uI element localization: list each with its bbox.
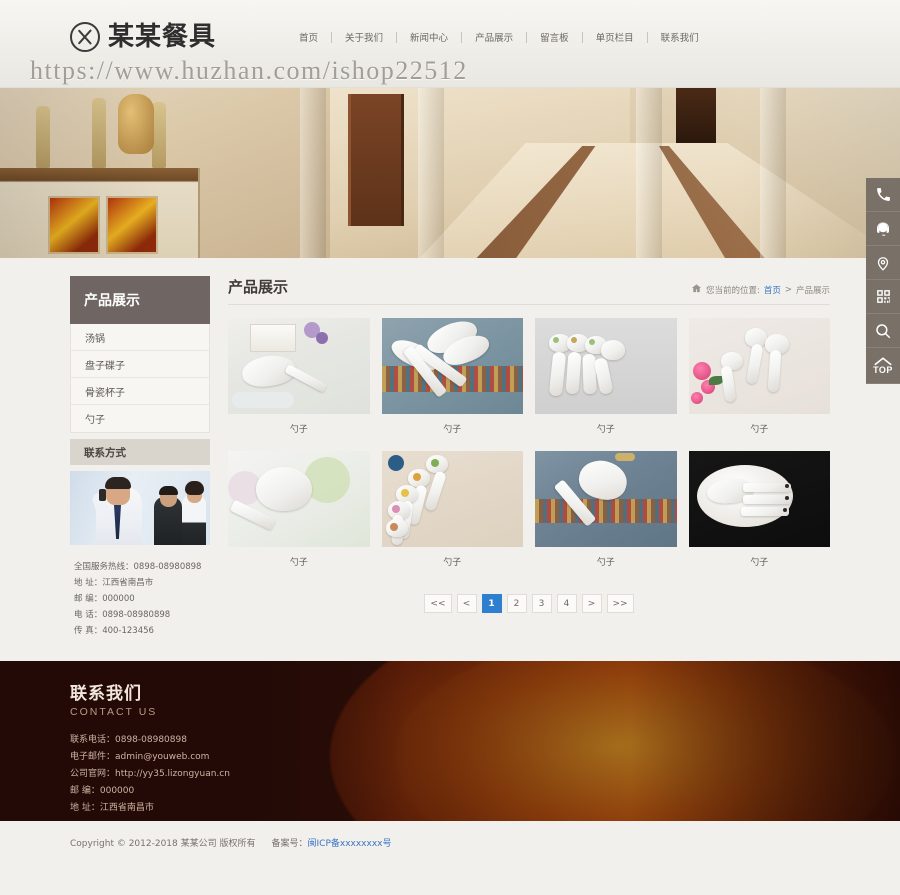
main-section: 产品展示 汤锅 盘子碟子 骨瓷杯子 勺子 联系方式 全国服务热线：0898-08… xyxy=(0,258,900,661)
product-card: 勺子 xyxy=(535,318,677,435)
site-logo[interactable]: 某某餐具 xyxy=(70,22,216,52)
pagination-page-2[interactable]: 2 xyxy=(506,594,527,613)
pagination-page-1[interactable]: 1 xyxy=(481,594,502,613)
site-footer: 联系我们 CONTACT US 联系电话：0898-08980898 电子邮件：… xyxy=(0,661,900,821)
product-grid: 勺子 勺子 勺子 勺子 勺子 勺子 勺子 勺子 xyxy=(228,318,830,568)
sidebar: 产品展示 汤锅 盘子碟子 骨瓷杯子 勺子 联系方式 全国服务热线：0898-08… xyxy=(70,276,210,639)
product-caption: 勺子 xyxy=(289,425,308,435)
footer-phone: 联系电话：0898-08980898 xyxy=(70,735,187,745)
sidebar-zipcode: 邮 编：000000 xyxy=(74,594,135,604)
footer-subtitle: CONTACT US xyxy=(70,706,158,718)
back-to-top-label: TOP xyxy=(873,364,893,375)
pagination-first[interactable]: << xyxy=(424,594,452,613)
product-thumbnail xyxy=(228,451,370,547)
search-icon[interactable] xyxy=(866,314,900,348)
banner-artwork xyxy=(0,88,900,258)
nav-item-home[interactable]: 首页 xyxy=(286,30,331,44)
product-thumbnail xyxy=(381,451,523,547)
footer-website: 公司官网：http://yy35.lizongyuan.cn xyxy=(70,769,230,779)
product-thumbnail xyxy=(535,451,677,547)
friendly-links-row: 友情链接/LINKS： xyxy=(70,817,830,821)
product-thumbnail xyxy=(381,318,523,414)
pagination-prev[interactable]: < xyxy=(456,594,477,613)
icp-link[interactable]: 闽ICP备xxxxxxxx号 xyxy=(308,839,392,849)
product-thumbnail xyxy=(535,318,677,414)
sidebar-contact-info: 全国服务热线：0898-08980898 地 址：江西省南昌市 邮 编：0000… xyxy=(70,545,210,639)
breadcrumb-prefix: 您当前的位置: xyxy=(705,286,760,296)
footer-contact-list: 联系电话：0898-08980898 电子邮件：admin@youweb.com… xyxy=(70,732,830,817)
copyright-text: Copyright © 2012-2018 某某公司 版权所有 xyxy=(70,838,256,849)
footer-title: 联系我们 xyxy=(70,684,142,704)
content-area: 产品展示 您当前的位置: 首页 > 产品展示 勺子 勺子 勺子 勺子 勺子 勺子… xyxy=(228,276,830,639)
footer-address: 地 址：江西省南昌市 xyxy=(70,803,154,813)
sidebar-item-bone-china-cups[interactable]: 骨瓷杯子 xyxy=(71,378,209,405)
sidebar-address: 地 址：江西省南昌市 xyxy=(74,578,154,588)
product-thumbnail xyxy=(688,451,830,547)
sidebar-fax: 传 真：400-123456 xyxy=(74,626,154,636)
qrcode-icon[interactable] xyxy=(866,280,900,314)
breadcrumb-separator: > xyxy=(784,285,792,295)
product-card: 勺子 xyxy=(688,318,830,435)
sidebar-heading: 产品展示 xyxy=(70,276,210,324)
icp-group: 备案号：闽ICP备xxxxxxxx号 xyxy=(271,836,391,849)
location-pin-icon[interactable] xyxy=(866,246,900,280)
pagination-last[interactable]: >> xyxy=(606,594,634,613)
product-thumbnail xyxy=(688,318,830,414)
breadcrumb-current: 产品展示 xyxy=(795,286,830,296)
product-caption: 勺子 xyxy=(443,425,462,435)
product-card[interactable]: 勺子 xyxy=(381,318,523,435)
hero-banner xyxy=(0,88,900,258)
product-card: 勺子 xyxy=(381,451,523,568)
product-card: 勺子 xyxy=(688,451,830,568)
floating-sidebar-toolbar: TOP xyxy=(866,178,900,384)
product-caption: 勺子 xyxy=(750,558,769,568)
nav-item-contact[interactable]: 联系我们 xyxy=(648,30,712,44)
pagination-page-4[interactable]: 4 xyxy=(556,594,577,613)
product-caption: 勺子 xyxy=(596,558,615,568)
copyright-bar: Copyright © 2012-2018 某某公司 版权所有 备案号：闽ICP… xyxy=(0,821,900,863)
product-thumbnail xyxy=(228,318,370,414)
main-navigation: 首页 关于我们 新闻中心 产品展示 留言板 单页栏目 联系我们 xyxy=(286,22,712,44)
product-card[interactable]: 勺子 xyxy=(228,318,370,435)
footer-zipcode: 邮 编：000000 xyxy=(70,786,135,796)
sidebar-item-plates[interactable]: 盘子碟子 xyxy=(71,351,209,378)
pagination: << < 1 2 3 4 > >> xyxy=(228,594,830,613)
sidebar-hotline: 全国服务热线：0898-08980898 xyxy=(74,562,202,572)
logo-text: 某某餐具 xyxy=(108,22,217,52)
breadcrumb-home-link[interactable]: 首页 xyxy=(764,284,781,296)
footer-email: 电子邮件：admin@youweb.com xyxy=(70,752,210,762)
content-header: 产品展示 您当前的位置: 首页 > 产品展示 xyxy=(228,276,830,305)
phone-icon[interactable] xyxy=(866,178,900,212)
business-team-phone-photo xyxy=(70,471,210,545)
back-to-top-button[interactable]: TOP xyxy=(866,348,900,384)
home-icon xyxy=(691,283,702,297)
product-card[interactable]: 勺子 xyxy=(228,451,370,568)
pagination-page-3[interactable]: 3 xyxy=(531,594,552,613)
crossed-utensils-circle-icon xyxy=(70,22,100,52)
product-card[interactable]: 勺子 xyxy=(535,451,677,568)
nav-item-news[interactable]: 新闻中心 xyxy=(397,30,461,44)
pagination-next[interactable]: > xyxy=(581,594,602,613)
nav-item-about[interactable]: 关于我们 xyxy=(332,30,396,44)
sidebar-category-list: 汤锅 盘子碟子 骨瓷杯子 勺子 xyxy=(70,324,210,433)
product-caption: 勺子 xyxy=(289,558,308,568)
site-header: 某某餐具 首页 关于我们 新闻中心 产品展示 留言板 单页栏目 联系我们 htt… xyxy=(0,0,900,88)
product-caption: 勺子 xyxy=(750,425,769,435)
nav-item-single-page[interactable]: 单页栏目 xyxy=(583,30,647,44)
sidebar-item-soup-pot[interactable]: 汤锅 xyxy=(71,324,209,351)
product-caption: 勺子 xyxy=(596,425,615,435)
breadcrumb: 您当前的位置: 首页 > 产品展示 xyxy=(691,283,830,297)
nav-item-products[interactable]: 产品展示 xyxy=(462,30,526,44)
sidebar-phone: 电 话：0898-08980898 xyxy=(74,610,171,620)
icp-label: 备案号： xyxy=(271,838,308,849)
page-title: 产品展示 xyxy=(228,278,289,296)
sidebar-contact-heading: 联系方式 xyxy=(70,439,210,465)
headset-service-icon[interactable] xyxy=(866,212,900,246)
sidebar-item-spoons[interactable]: 勺子 xyxy=(71,405,209,432)
product-caption: 勺子 xyxy=(443,558,462,568)
nav-item-message-board[interactable]: 留言板 xyxy=(527,30,582,44)
